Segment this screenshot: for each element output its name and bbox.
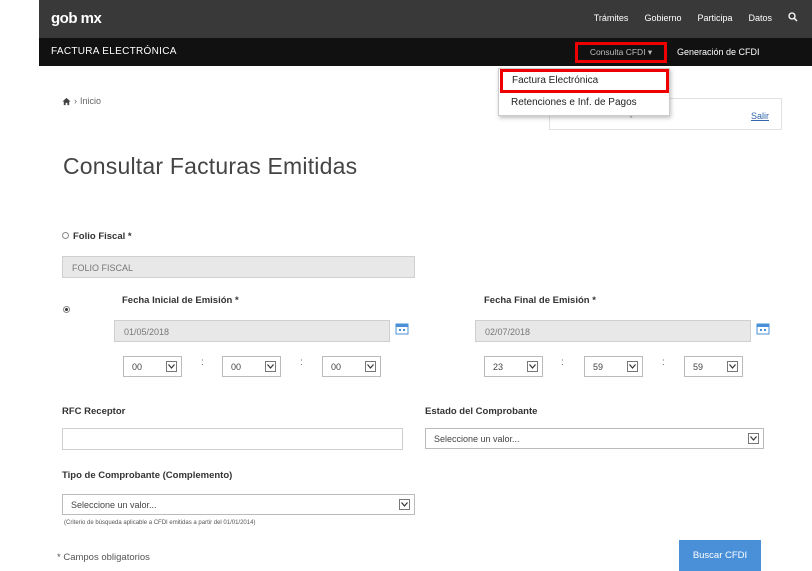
estado-comprobante-select[interactable]: Seleccione un valor... [425,428,764,449]
search-criteria-note: (Criterio de búsqueda aplicable a CFDI e… [64,520,256,526]
breadcrumb-separator: › [74,96,77,106]
fecha-inicial-label: Fecha Inicial de Emisión * [122,295,239,306]
time-separator: : [662,357,665,368]
folio-fiscal-label: Folio Fiscal * [73,231,132,242]
chevron-down-icon [627,361,638,372]
fecha-radio[interactable] [63,306,70,313]
fecha-final-input[interactable]: 02/07/2018 [475,320,751,342]
chevron-down-icon [166,361,177,372]
calendar-icon[interactable] [395,323,409,335]
folio-fiscal-radio[interactable] [62,232,69,239]
nav-tramites[interactable]: Trámites [594,13,629,23]
top-navbar: gob mx Trámites Gobierno Participa Datos [39,0,812,38]
nav-datos[interactable]: Datos [748,13,772,23]
chevron-down-icon [727,361,738,372]
hora-final-select[interactable]: 23 [484,356,543,377]
chevron-down-icon [399,499,410,510]
estado-comprobante-label: Estado del Comprobante [425,406,538,417]
segundo-final-select[interactable]: 59 [684,356,743,377]
menu-item-retenciones[interactable]: Retenciones e Inf. de Pagos [511,97,637,108]
breadcrumb-inicio[interactable]: Inicio [80,96,101,106]
minuto-final-select[interactable]: 59 [584,356,643,377]
section-navbar: FACTURA ELECTRÓNICA Consulta CFDI ▾ Gene… [39,38,812,66]
time-separator: : [561,357,564,368]
search-icon[interactable] [788,12,798,22]
required-fields-note: * Campos obligatorios [57,552,150,563]
tipo-comprobante-select[interactable]: Seleccione un valor... [62,494,415,515]
salir-link[interactable]: Salir [751,111,769,121]
buscar-cfdi-button[interactable]: Buscar CFDI [679,540,761,571]
segundo-inicial-select[interactable]: 00 [322,356,381,377]
hora-inicial-select[interactable]: 00 [123,356,182,377]
fecha-final-label: Fecha Final de Emisión * [484,295,596,306]
time-separator: : [201,357,204,368]
minuto-inicial-select[interactable]: 00 [222,356,281,377]
nav-participa[interactable]: Participa [697,13,732,23]
page-title: Consultar Facturas Emitidas [63,153,358,179]
gobmx-logo[interactable]: gob mx [51,10,102,27]
menu-item-factura-electronica[interactable]: Factura Electrónica [500,69,669,93]
time-separator: : [300,357,303,368]
calendar-icon[interactable] [756,323,770,335]
chevron-down-icon [748,433,759,444]
chevron-down-icon [265,361,276,372]
generacion-cfdi-menu[interactable]: Generación de CFDI [677,47,760,57]
section-title: FACTURA ELECTRÓNICA [51,46,177,57]
home-icon[interactable] [62,97,71,106]
rfc-receptor-input[interactable] [62,428,403,450]
fecha-inicial-input[interactable]: 01/05/2018 [114,320,390,342]
chevron-down-icon [365,361,376,372]
consulta-cfdi-menu[interactable]: Consulta CFDI ▾ [575,42,667,63]
tipo-comprobante-label: Tipo de Comprobante (Complemento) [62,470,233,481]
chevron-down-icon [527,361,538,372]
breadcrumb: › Inicio [62,96,101,106]
rfc-receptor-label: RFC Receptor [62,406,126,417]
folio-fiscal-input[interactable]: FOLIO FISCAL [62,256,415,278]
nav-gobierno[interactable]: Gobierno [644,13,681,23]
consulta-dropdown: Factura Electrónica Retenciones e Inf. d… [498,68,670,116]
top-nav: Trámites Gobierno Participa Datos [594,12,798,23]
